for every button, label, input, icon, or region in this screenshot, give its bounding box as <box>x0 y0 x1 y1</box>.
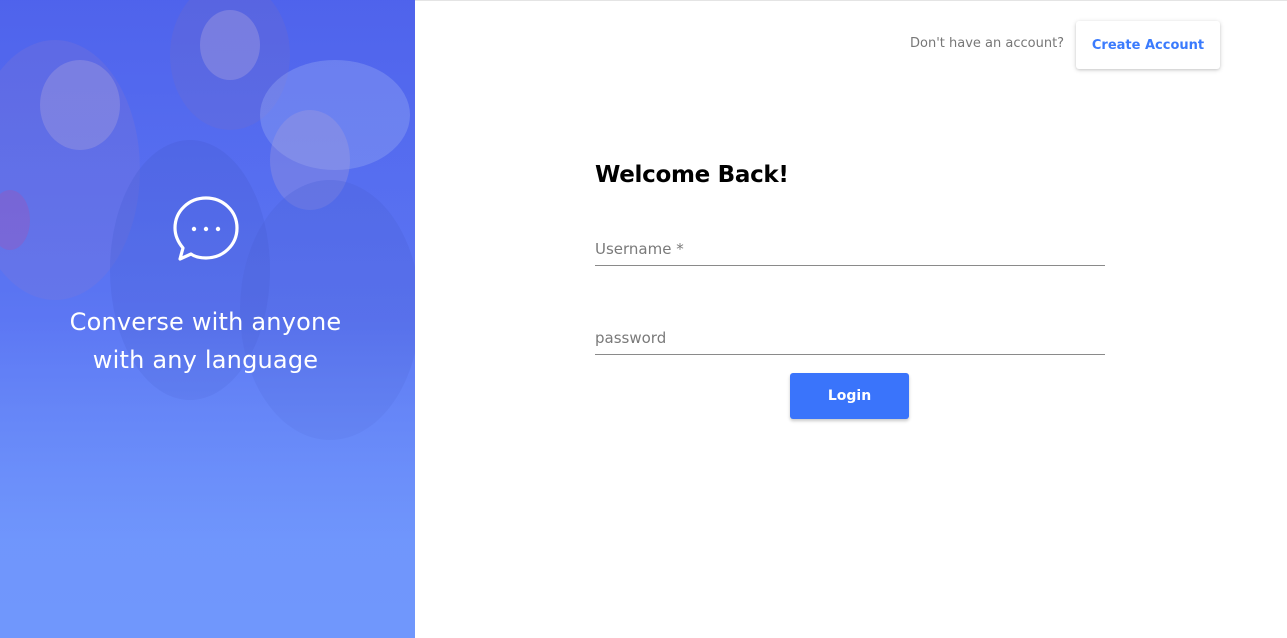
hero-panel: Converse with anyone with any language <box>0 0 415 638</box>
hero-tagline-line1: Converse with anyone <box>69 308 342 336</box>
signup-prompt: Don't have an account? <box>910 36 1065 51</box>
create-account-button[interactable]: Create Account <box>1076 21 1220 69</box>
chat-bubble-icon <box>173 196 239 261</box>
username-field[interactable]: Username * <box>595 238 1105 266</box>
login-panel <box>415 0 1287 638</box>
login-button[interactable]: Login <box>790 373 909 419</box>
hero-tagline: Converse with anyone with any language <box>0 303 411 379</box>
hero-tagline-line2: with any language <box>92 346 319 374</box>
password-field[interactable]: password <box>595 327 1105 355</box>
password-input[interactable] <box>595 327 1105 354</box>
page-title: Welcome Back! <box>595 162 789 188</box>
username-input[interactable] <box>595 238 1105 265</box>
